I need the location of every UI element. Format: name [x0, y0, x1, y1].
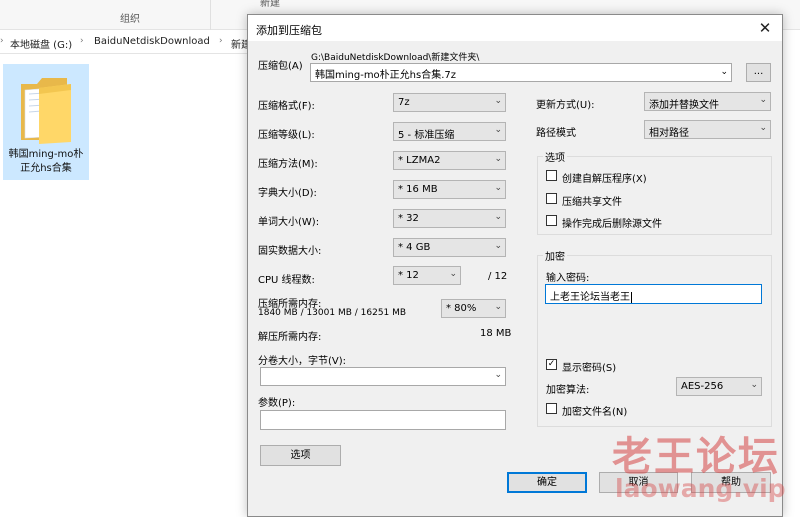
- folder-item-label: 韩国ming-mo朴 正允hs合集: [8, 149, 84, 174]
- chevron-down-icon: ⌄: [494, 125, 502, 135]
- dict-select[interactable]: * 16 MB ⌄: [393, 180, 506, 199]
- solid-select[interactable]: * 4 GB ⌄: [393, 238, 506, 257]
- cpu-select[interactable]: * 12 ⌄: [393, 266, 461, 285]
- folder-zip-icon: [21, 78, 71, 144]
- memcomp-percent-select[interactable]: * 80% ⌄: [441, 299, 506, 318]
- archive-path: G:\BaiduNetdiskDownload\新建文件夹\: [311, 53, 480, 63]
- shared-checkbox[interactable]: [546, 193, 557, 204]
- sfx-label: 创建自解压程序(X): [562, 174, 647, 185]
- shared-label: 压缩共享文件: [562, 197, 622, 208]
- ribbon-group-new: 新建: [260, 0, 280, 9]
- solid-label: 固实数据大小:: [258, 246, 322, 257]
- cpu-value: * 12: [398, 270, 419, 281]
- chevron-down-icon: ⌄: [494, 302, 502, 312]
- chevron-down-icon[interactable]: ⌄: [720, 67, 728, 77]
- browse-button[interactable]: ...: [746, 63, 771, 82]
- method-label: 压缩方法(M):: [258, 159, 318, 170]
- delete-checkbox[interactable]: [546, 215, 557, 226]
- split-select[interactable]: ⌄: [260, 367, 506, 386]
- word-value: * 32: [398, 213, 419, 224]
- solid-value: * 4 GB: [398, 242, 431, 253]
- archive-label: 压缩包(A): [258, 61, 303, 72]
- format-value: 7z: [398, 97, 410, 108]
- cpu-label: CPU 线程数:: [258, 275, 315, 286]
- breadcrumb-folder[interactable]: BaiduNetdiskDownload: [94, 36, 210, 47]
- params-label: 参数(P):: [258, 398, 296, 409]
- memdecomp-value: 18 MB: [480, 328, 512, 339]
- archive-name-value: 韩国ming-mo朴正允hs合集.7z: [315, 70, 457, 81]
- memdecomp-label: 解压所需内存:: [258, 332, 322, 343]
- breadcrumb-drive[interactable]: 本地磁盘 (G:): [10, 36, 72, 51]
- chevron-down-icon: ⌄: [494, 212, 502, 222]
- chevron-down-icon: ⌄: [759, 123, 767, 133]
- ribbon-divider: [210, 0, 211, 30]
- close-icon[interactable]: ✕: [754, 17, 776, 39]
- encrypt-names-label: 加密文件名(N): [562, 407, 628, 418]
- chevron-down-icon: ⌄: [759, 95, 767, 105]
- encrypt-names-checkbox[interactable]: [546, 403, 557, 414]
- pathmode-value: 相对路径: [649, 128, 689, 139]
- update-value: 添加并替换文件: [649, 100, 719, 111]
- show-password-label: 显示密码(S): [562, 363, 617, 374]
- level-label: 压缩等级(L):: [258, 130, 315, 141]
- split-label: 分卷大小，字节(V):: [258, 356, 347, 367]
- options-group-title: 选项: [543, 149, 567, 164]
- ribbon-group-organize: 组织: [120, 14, 140, 25]
- method-select[interactable]: * LZMA2 ⌄: [393, 151, 506, 170]
- chevron-down-icon: ⌄: [494, 370, 502, 380]
- update-label: 更新方式(U):: [536, 100, 595, 111]
- params-field[interactable]: [260, 410, 506, 430]
- dialog-titlebar[interactable]: 添加到压缩包 ✕: [248, 15, 782, 41]
- level-value: 5 - 标准压缩: [398, 130, 455, 141]
- encryption-method-value: AES-256: [681, 381, 724, 392]
- memcomp-percent-value: * 80%: [446, 303, 477, 314]
- sfx-checkbox[interactable]: [546, 170, 557, 181]
- format-select[interactable]: 7z ⌄: [393, 93, 506, 112]
- dict-value: * 16 MB: [398, 184, 438, 195]
- dict-label: 字典大小(D):: [258, 188, 317, 199]
- chevron-down-icon: ⌄: [449, 269, 457, 279]
- encryption-group-title: 加密: [543, 248, 567, 263]
- word-select[interactable]: * 32 ⌄: [393, 209, 506, 228]
- pathmode-label: 路径模式: [536, 128, 576, 139]
- chevron-down-icon: ⌄: [494, 96, 502, 106]
- update-select[interactable]: 添加并替换文件 ⌄: [644, 92, 771, 111]
- watermark-url: laowang.vip: [615, 474, 786, 503]
- show-password-checkbox[interactable]: ✓: [546, 359, 557, 370]
- level-select[interactable]: 5 - 标准压缩 ⌄: [393, 122, 506, 141]
- chevron-down-icon: ⌄: [494, 154, 502, 164]
- archive-name-field[interactable]: 韩国ming-mo朴正允hs合集.7z ⌄: [310, 63, 732, 82]
- folder-item[interactable]: 韩国ming-mo朴 正允hs合集: [3, 64, 89, 180]
- encryption-method-label: 加密算法:: [546, 385, 590, 396]
- options-button[interactable]: 选项: [260, 445, 341, 466]
- memcomp-detail: 1840 MB / 13001 MB / 16251 MB: [258, 308, 407, 318]
- word-label: 单词大小(W):: [258, 217, 320, 228]
- password-value: 上老王论坛当老王: [550, 292, 630, 303]
- password-label: 输入密码:: [546, 273, 590, 284]
- explorer-right-panel: [781, 30, 800, 517]
- chevron-right-icon: ›: [80, 36, 84, 46]
- password-field[interactable]: 上老王论坛当老王: [545, 284, 762, 304]
- encryption-method-select[interactable]: AES-256 ⌄: [676, 377, 762, 396]
- format-label: 压缩格式(F):: [258, 101, 315, 112]
- dialog-title: 添加到压缩包: [256, 24, 322, 37]
- method-value: * LZMA2: [398, 155, 441, 166]
- delete-label: 操作完成后删除源文件: [562, 219, 662, 230]
- chevron-down-icon: ⌄: [494, 183, 502, 193]
- text-cursor: [631, 291, 632, 303]
- chevron-down-icon: ⌄: [494, 241, 502, 251]
- cpu-total: / 12: [488, 271, 508, 282]
- chevron-down-icon: ⌄: [750, 380, 758, 390]
- chevron-right-icon: ›: [219, 36, 223, 46]
- chevron-right-icon: ›: [0, 36, 4, 46]
- ok-button[interactable]: 确定: [507, 472, 587, 493]
- pathmode-select[interactable]: 相对路径 ⌄: [644, 120, 771, 139]
